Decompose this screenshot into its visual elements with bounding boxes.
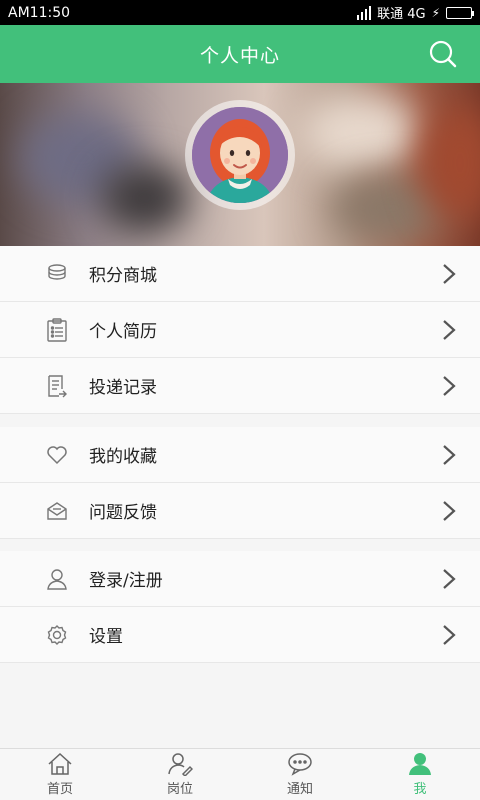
menu-group-activity: 我的收藏 问题反馈 bbox=[0, 427, 480, 539]
charging-icon: ⚡ bbox=[431, 5, 440, 20]
menu-item-resume[interactable]: 个人简历 bbox=[0, 302, 480, 358]
status-carrier: 联通 4G bbox=[377, 7, 426, 22]
mail-icon bbox=[45, 499, 69, 523]
nav-label: 我 bbox=[413, 782, 427, 797]
chat-icon bbox=[288, 753, 312, 776]
status-right: 联通 4G ⚡ bbox=[357, 3, 474, 22]
chevron-right-icon bbox=[443, 624, 456, 645]
menu-item-points-mall[interactable]: 积分商城 bbox=[0, 246, 480, 302]
menu-item-label: 设置 bbox=[89, 627, 123, 647]
record-icon bbox=[45, 374, 69, 398]
bottom-nav: 首页 岗位 通知 我 bbox=[0, 748, 480, 800]
chevron-right-icon bbox=[443, 444, 456, 465]
menu-item-settings[interactable]: 设置 bbox=[0, 607, 480, 663]
chevron-right-icon bbox=[443, 263, 456, 284]
heart-icon bbox=[45, 443, 69, 467]
nav-tab-jobs[interactable]: 岗位 bbox=[120, 749, 240, 800]
menu-item-label: 登录/注册 bbox=[89, 571, 163, 591]
gear-icon bbox=[45, 623, 69, 647]
nav-label: 岗位 bbox=[166, 782, 193, 797]
nav-tab-notifications[interactable]: 通知 bbox=[240, 749, 360, 800]
search-icon bbox=[429, 40, 457, 68]
menu-item-favorites[interactable]: 我的收藏 bbox=[0, 427, 480, 483]
menu-item-feedback[interactable]: 问题反馈 bbox=[0, 483, 480, 539]
menu-item-login-register[interactable]: 登录/注册 bbox=[0, 551, 480, 607]
menu-group-system: 登录/注册 设置 bbox=[0, 551, 480, 663]
chevron-right-icon bbox=[443, 500, 456, 521]
coins-icon bbox=[45, 262, 69, 286]
nav-tab-home[interactable]: 首页 bbox=[0, 749, 120, 800]
menu-item-label: 投递记录 bbox=[89, 378, 157, 398]
nav-tab-me[interactable]: 我 bbox=[360, 749, 480, 800]
page-title: 个人中心 bbox=[199, 44, 280, 67]
nav-label: 通知 bbox=[286, 782, 313, 797]
app-header: 个人中心 bbox=[0, 25, 480, 83]
avatar-image bbox=[192, 107, 288, 203]
profile-banner bbox=[0, 83, 480, 246]
menu-item-label: 积分商城 bbox=[89, 266, 157, 286]
chevron-right-icon bbox=[443, 319, 456, 340]
battery-icon bbox=[446, 6, 474, 19]
status-bar: AM11:50 联通 4G ⚡ bbox=[0, 0, 480, 25]
home-icon bbox=[48, 752, 72, 775]
search-button[interactable] bbox=[426, 37, 460, 71]
menu-item-label: 我的收藏 bbox=[89, 447, 157, 467]
status-time: AM11:50 bbox=[8, 4, 71, 21]
resume-icon bbox=[45, 317, 69, 342]
menu-item-label: 问题反馈 bbox=[89, 503, 157, 523]
menu-group-account: 积分商城 个人简历 投递记录 bbox=[0, 246, 480, 414]
avatar[interactable] bbox=[185, 100, 295, 210]
user-icon bbox=[45, 567, 69, 591]
menu-item-label: 个人简历 bbox=[89, 322, 157, 342]
chevron-right-icon bbox=[443, 375, 456, 396]
menu-item-delivery-record[interactable]: 投递记录 bbox=[0, 358, 480, 414]
job-icon bbox=[168, 753, 193, 776]
signal-icon bbox=[357, 5, 372, 20]
me-icon bbox=[409, 753, 431, 775]
chevron-right-icon bbox=[443, 568, 456, 589]
nav-label: 首页 bbox=[46, 782, 73, 797]
